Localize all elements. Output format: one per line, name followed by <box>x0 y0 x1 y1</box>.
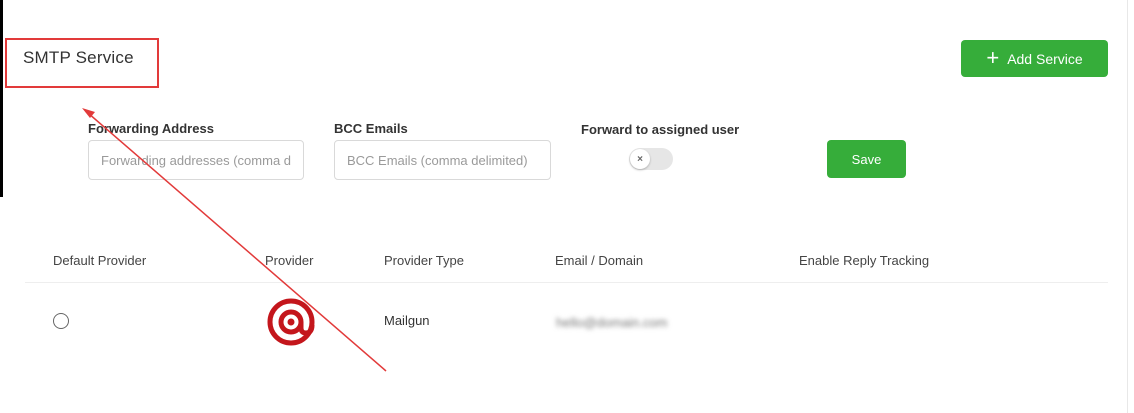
annotation-highlight-box <box>5 38 159 88</box>
forwarding-address-input[interactable] <box>88 140 304 180</box>
right-border <box>1127 0 1128 413</box>
add-service-button[interactable]: + Add Service <box>961 40 1108 77</box>
column-header-email-domain: Email / Domain <box>555 253 644 268</box>
column-header-provider: Provider <box>265 253 314 268</box>
email-domain-cell-redacted: hello@domain.com <box>556 315 668 330</box>
toggle-off-x-icon: × <box>630 149 650 169</box>
plus-icon: + <box>986 44 1000 70</box>
mailgun-logo-icon <box>267 298 315 346</box>
forward-assigned-label: Forward to assigned user <box>581 122 740 137</box>
save-button[interactable]: Save <box>827 140 906 178</box>
bcc-emails-label: BCC Emails <box>334 121 408 136</box>
bcc-emails-input[interactable] <box>334 140 551 180</box>
forward-assigned-toggle[interactable]: × <box>629 148 673 170</box>
provider-type-cell: Mailgun <box>384 313 430 328</box>
default-provider-radio[interactable] <box>53 313 69 329</box>
column-header-provider-type: Provider Type <box>384 253 464 268</box>
table-divider <box>25 282 1108 283</box>
column-header-default-provider: Default Provider <box>53 253 147 268</box>
add-service-label: Add Service <box>1007 50 1083 67</box>
left-window-edge <box>0 0 3 197</box>
column-header-reply-tracking: Enable Reply Tracking <box>799 253 930 268</box>
forwarding-address-label: Forwarding Address <box>88 121 214 136</box>
